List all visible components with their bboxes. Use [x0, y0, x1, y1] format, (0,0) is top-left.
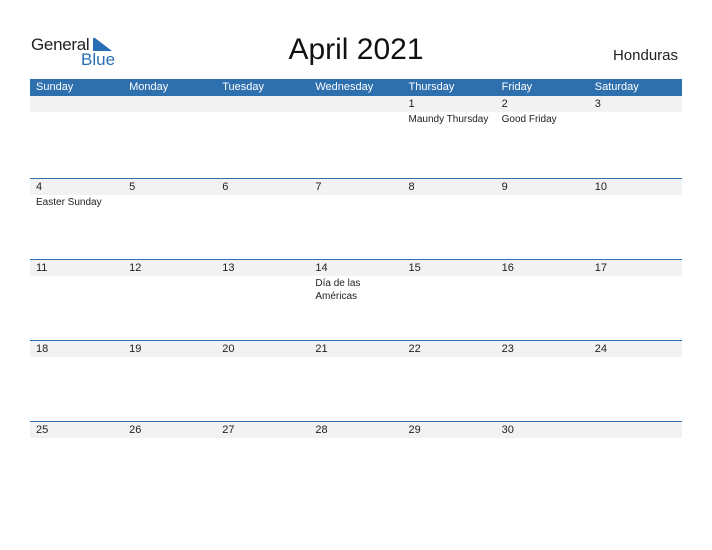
week-cells: 18 19 20 21 22 23 24: [30, 341, 682, 421]
day-cell: 8: [403, 179, 496, 259]
day-number: 13: [222, 262, 235, 274]
day-number: 16: [501, 262, 514, 274]
day-cell: 23: [496, 341, 589, 421]
day-number: 6: [222, 181, 229, 193]
day-number: 15: [408, 262, 421, 274]
holiday-label: Día de las Américas: [315, 278, 361, 302]
day-cell: 14 Día de las Américas: [309, 260, 402, 340]
weekday-monday: Monday: [129, 81, 169, 93]
day-number: 29: [408, 424, 421, 436]
calendar-grid: Sunday Monday Tuesday Wednesday Thursday…: [30, 79, 682, 502]
day-cell: [309, 96, 402, 178]
day-cell: 4 Easter Sunday: [30, 179, 123, 259]
day-number: 3: [594, 98, 601, 110]
day-cell: 28: [309, 422, 402, 502]
day-number: 8: [408, 181, 415, 193]
day-cell: [30, 96, 123, 178]
day-cell: 7: [309, 179, 402, 259]
weekday-thursday: Thursday: [408, 81, 455, 93]
day-number: 4: [36, 181, 43, 193]
day-number: [315, 96, 402, 112]
day-number: [36, 96, 123, 112]
day-cell: 22: [403, 341, 496, 421]
day-cell: 11: [30, 260, 123, 340]
day-number: 1: [408, 98, 415, 110]
day-number: 18: [36, 343, 49, 355]
day-cell: [123, 96, 216, 178]
country-label: Honduras: [612, 47, 678, 64]
week-cells: 1 Maundy Thursday 2 Good Friday 3: [30, 96, 682, 178]
week-row: 18 19 20 21 22 23 24: [30, 340, 682, 421]
day-cell: 19: [123, 341, 216, 421]
day-number: 12: [129, 262, 142, 274]
holiday-label: Easter Sunday: [36, 197, 102, 208]
day-cell: 12: [123, 260, 216, 340]
week-row: 11 12 13 14 Día de las Américas 15 16 17: [30, 259, 682, 340]
day-number: 27: [222, 424, 235, 436]
day-number: 7: [315, 181, 322, 193]
day-cell: 25: [30, 422, 123, 502]
week-cells: 11 12 13 14 Día de las Américas 15 16 17: [30, 260, 682, 340]
day-cell: 18: [30, 341, 123, 421]
day-cell: 17: [589, 260, 682, 340]
weekday-friday: Friday: [501, 81, 533, 93]
week-cells: 4 Easter Sunday 5 6 7 8 9 10: [30, 179, 682, 259]
day-cell: 21: [309, 341, 402, 421]
day-cell: 15: [403, 260, 496, 340]
weekday-wednesday: Wednesday: [315, 81, 374, 93]
day-number: 22: [408, 343, 421, 355]
day-cell: 5: [123, 179, 216, 259]
day-number: 25: [36, 424, 49, 436]
day-number: [222, 96, 309, 112]
day-cell: 9: [496, 179, 589, 259]
day-cell: [589, 422, 682, 502]
week-row: 1 Maundy Thursday 2 Good Friday 3: [30, 96, 682, 178]
day-number: 20: [222, 343, 235, 355]
day-number: 2: [501, 98, 508, 110]
day-number: [129, 96, 216, 112]
holiday-label: Maundy Thursday: [408, 114, 489, 125]
day-number: [595, 422, 682, 438]
day-cell: 1 Maundy Thursday: [403, 96, 496, 178]
day-number: 23: [501, 343, 514, 355]
day-cell: 29: [403, 422, 496, 502]
day-number: 21: [315, 343, 328, 355]
day-number: 19: [129, 343, 142, 355]
day-cell: [216, 96, 309, 178]
day-number: 14: [315, 262, 328, 274]
day-number: 5: [129, 181, 136, 193]
day-cell: 6: [216, 179, 309, 259]
holiday-label: Good Friday: [501, 114, 557, 125]
day-cell: 10: [589, 179, 682, 259]
day-cell: 2 Good Friday: [496, 96, 589, 178]
day-number: 10: [594, 181, 607, 193]
day-number: 11: [36, 262, 48, 274]
weeks-container: 1 Maundy Thursday 2 Good Friday 3 4 Easter Sun…: [30, 96, 682, 502]
week-row: 4 Easter Sunday 5 6 7 8 9 10: [30, 178, 682, 259]
day-number: 30: [501, 424, 514, 436]
weekday-sunday: Sunday: [36, 81, 74, 93]
day-number: 28: [315, 424, 328, 436]
day-cell: 13: [216, 260, 309, 340]
day-number: 26: [129, 424, 142, 436]
day-cell: 26: [123, 422, 216, 502]
day-cell: 3: [589, 96, 682, 178]
day-cell: 16: [496, 260, 589, 340]
day-number: 24: [594, 343, 607, 355]
weekday-header: Sunday Monday Tuesday Wednesday Thursday…: [30, 79, 682, 96]
week-row: 25 26 27 28 29 30: [30, 421, 682, 502]
day-cell: 24: [589, 341, 682, 421]
day-cell: 27: [216, 422, 309, 502]
week-cells: 25 26 27 28 29 30: [30, 422, 682, 502]
page-title: April 2021: [288, 33, 424, 66]
day-cell: 30: [496, 422, 589, 502]
weekday-saturday: Saturday: [594, 81, 639, 93]
day-cell: 20: [216, 341, 309, 421]
weekday-tuesday: Tuesday: [222, 81, 265, 93]
day-number: 9: [501, 181, 508, 193]
day-number: 17: [594, 262, 607, 274]
